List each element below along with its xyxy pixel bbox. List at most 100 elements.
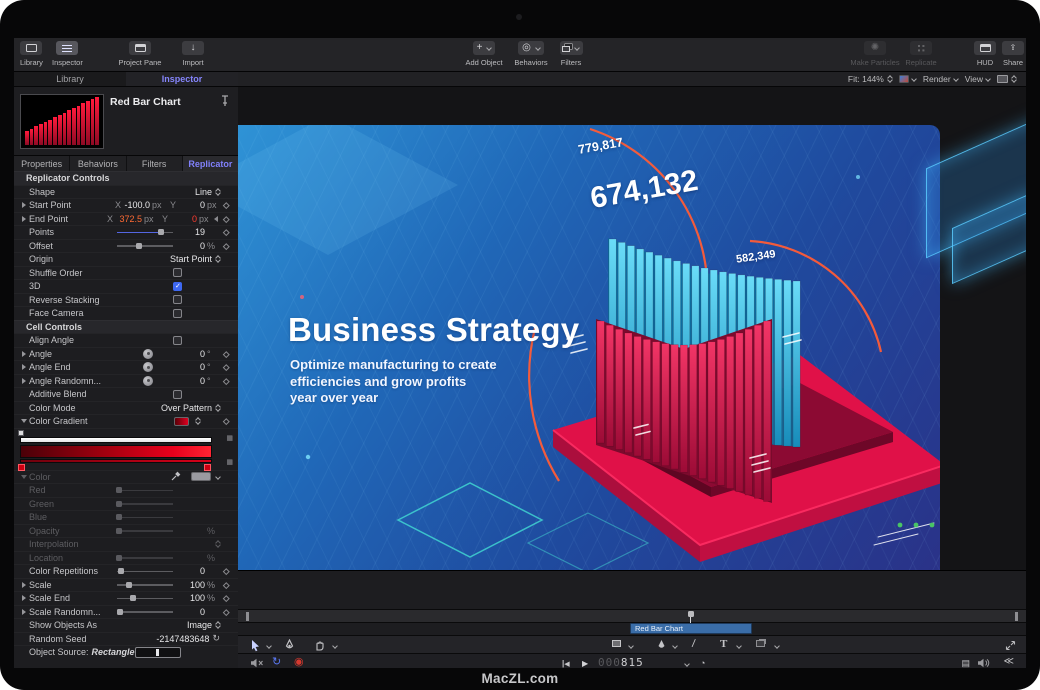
scale-end-slider[interactable]	[117, 594, 173, 603]
behaviors-icon[interactable]: ◎	[518, 41, 544, 55]
tab-filters[interactable]: Filters	[127, 156, 182, 171]
in-point-marker[interactable]	[246, 612, 249, 621]
mask-tool-menu-icon[interactable]	[774, 643, 780, 649]
blue-slider[interactable]	[117, 513, 173, 522]
slider-thumb[interactable]	[116, 514, 122, 520]
stepper-icon[interactable]	[196, 418, 200, 424]
select-tool-menu-icon[interactable]	[266, 643, 272, 649]
out-point-marker[interactable]	[1015, 612, 1018, 621]
toolbar-button-behaviors[interactable]: ◎ Behaviors	[510, 41, 552, 67]
scale-slider[interactable]	[117, 580, 173, 589]
text-tool-icon[interactable]: T	[720, 637, 727, 651]
bezier-tool-icon[interactable]	[656, 639, 667, 651]
pan-tool-menu-icon[interactable]	[332, 643, 338, 649]
disclosure-icon[interactable]	[18, 582, 29, 588]
toolbar-button-filters[interactable]: Filters	[554, 41, 588, 67]
rectangle-tool-menu-icon[interactable]	[628, 643, 634, 649]
align-angle-checkbox[interactable]	[173, 336, 182, 345]
channels-menu[interactable]	[899, 75, 916, 83]
slider-thumb[interactable]	[116, 555, 122, 561]
toolbar-button-inspector[interactable]: Inspector	[52, 41, 83, 67]
toolbar-button-add-object[interactable]: + Add Object	[460, 41, 508, 67]
playhead[interactable]	[690, 611, 691, 623]
tab-replicator[interactable]: Replicator	[183, 156, 238, 171]
filters-icon[interactable]	[560, 41, 583, 55]
inspector-icon[interactable]	[56, 41, 78, 55]
stepper-icon[interactable]	[216, 405, 220, 411]
slider-thumb[interactable]	[136, 243, 142, 249]
collapse-pane-icon[interactable]: ≪	[1004, 655, 1014, 668]
mask-tool-icon[interactable]	[756, 640, 765, 647]
show-frames-icon[interactable]: ▤	[961, 656, 970, 668]
keyframe-button[interactable]	[220, 217, 232, 222]
toolbar-button-share[interactable]: ⇪ Share	[1000, 41, 1026, 67]
keyframe-button[interactable]	[220, 352, 232, 357]
value-field[interactable]: 0	[177, 349, 205, 359]
prev-keyframe-icon[interactable]	[212, 216, 220, 222]
stepper-icon[interactable]	[216, 622, 220, 628]
text-tool-menu-icon[interactable]	[736, 643, 742, 649]
gradient-spread-bar[interactable]	[20, 459, 212, 463]
frame-counter[interactable]: 000815	[598, 656, 644, 668]
shuffle-order-checkbox[interactable]	[173, 268, 182, 277]
slider-thumb[interactable]	[116, 487, 122, 493]
value-field[interactable]: 0	[169, 214, 197, 224]
stepper-icon[interactable]	[216, 189, 220, 195]
render-menu[interactable]: Render	[923, 74, 958, 84]
face-camera-checkbox[interactable]	[173, 309, 182, 318]
disclosure-icon[interactable]	[18, 364, 29, 370]
slider-thumb[interactable]	[116, 501, 122, 507]
slider-thumb[interactable]	[158, 229, 164, 235]
canvas-area[interactable]: Business Strategy Optimize manufacturing…	[238, 87, 1026, 570]
stepper-icon[interactable]	[216, 541, 220, 547]
timeline-clip[interactable]: Red Bar Chart	[630, 623, 752, 634]
points-slider[interactable]	[117, 228, 173, 237]
disclosure-icon[interactable]	[18, 351, 29, 357]
select-tool-icon[interactable]	[250, 639, 262, 652]
value-field[interactable]: -100.0	[122, 200, 150, 210]
counter-menu-icon[interactable]	[684, 661, 690, 667]
composition-artwork[interactable]: Business Strategy Optimize manufacturing…	[238, 125, 940, 570]
keyframe-button[interactable]	[220, 365, 232, 370]
timeline-ruler[interactable]	[238, 609, 1026, 623]
value-field[interactable]: 0	[177, 566, 205, 576]
keyframe-button[interactable]	[220, 569, 232, 574]
generate-seed-icon[interactable]: ↻	[212, 633, 220, 644]
disclosure-icon[interactable]	[18, 216, 29, 222]
add-object-icon[interactable]: +	[473, 41, 496, 55]
eyedropper-icon[interactable]	[171, 471, 181, 483]
gradient-opacity-stop[interactable]	[18, 430, 24, 436]
share-icon[interactable]: ⇪	[1002, 41, 1024, 55]
zoom-stepper-icon[interactable]	[888, 76, 892, 82]
tab-properties[interactable]: Properties	[14, 156, 69, 171]
value-field[interactable]: 0	[177, 607, 205, 617]
value-field[interactable]: Over Pattern	[161, 403, 212, 413]
toolbar-button-hud[interactable]: HUD	[972, 41, 998, 67]
keyframe-button[interactable]	[220, 583, 232, 588]
gradient-options-icon[interactable]: ▦	[226, 459, 233, 466]
value-field[interactable]: 0	[177, 200, 205, 210]
gradient-opacity-bar[interactable]	[20, 437, 212, 443]
slider-thumb[interactable]	[118, 568, 124, 574]
hud-icon[interactable]	[974, 41, 996, 55]
toolbar-button-import[interactable]: ↓ Import	[178, 41, 208, 67]
mute-icon[interactable]	[250, 658, 264, 668]
toolbar-button-library[interactable]: Library	[20, 41, 43, 67]
pin-icon[interactable]	[220, 95, 230, 107]
value-field[interactable]: 372.5	[114, 214, 142, 224]
line-tool-icon[interactable]: /	[691, 637, 696, 651]
disclosure-icon[interactable]	[18, 378, 29, 384]
zoom-level-control[interactable]: Fit: 144%	[848, 74, 892, 84]
disclosure-icon[interactable]	[18, 419, 29, 423]
disclosure-icon[interactable]	[18, 595, 29, 601]
value-field[interactable]: 19	[177, 227, 205, 237]
green-slider[interactable]	[117, 499, 173, 508]
gradient-color-bar[interactable]	[20, 445, 212, 458]
3d-checkbox[interactable]	[173, 282, 182, 291]
value-field[interactable]: 100	[177, 580, 205, 590]
value-field[interactable]: Start Point	[170, 254, 212, 264]
stepper-icon[interactable]	[216, 256, 220, 262]
value-field[interactable]: 100	[177, 593, 205, 603]
angle-end-dial[interactable]	[143, 362, 153, 372]
library-icon[interactable]	[20, 41, 42, 55]
